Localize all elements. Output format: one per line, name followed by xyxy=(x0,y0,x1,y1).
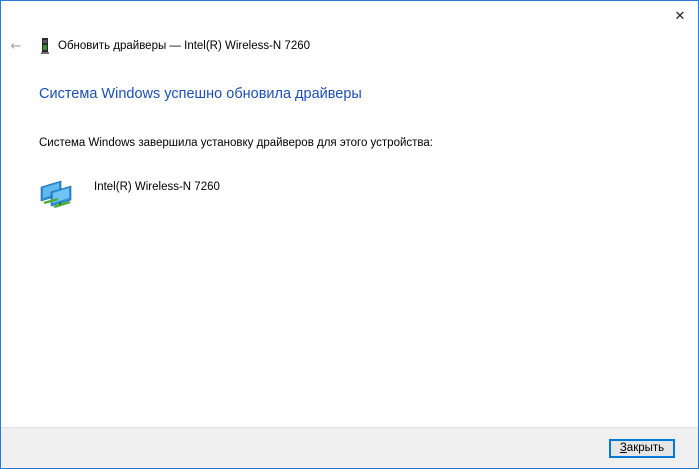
close-icon: ✕ xyxy=(674,8,686,24)
close-button-label: акрыть xyxy=(626,442,665,454)
wizard-title: Обновить драйверы — Intel(R) Wireless-N … xyxy=(58,40,311,52)
wizard-header: ← Обновить драйверы — Intel(R) Wireless-… xyxy=(1,31,698,61)
info-text: Система Windows завершила установку драй… xyxy=(39,137,433,149)
title-bar: ✕ xyxy=(1,1,698,31)
back-arrow-icon: ← xyxy=(10,38,22,54)
page-heading: Система Windows успешно обновила драйвер… xyxy=(39,86,362,102)
close-button[interactable]: Закрыть xyxy=(609,439,675,458)
close-button-mnemonic: З xyxy=(619,442,627,454)
device-manager-icon xyxy=(41,38,49,54)
device-name: Intel(R) Wireless-N 7260 xyxy=(94,181,220,193)
window-close-button[interactable]: ✕ xyxy=(662,1,698,31)
back-button[interactable]: ← xyxy=(5,35,27,57)
update-drivers-window: ✕ ← Обновить драйверы — Intel(R) Wireles… xyxy=(0,0,699,469)
footer-bar: Закрыть xyxy=(1,427,698,468)
network-adapter-icon xyxy=(40,180,72,208)
